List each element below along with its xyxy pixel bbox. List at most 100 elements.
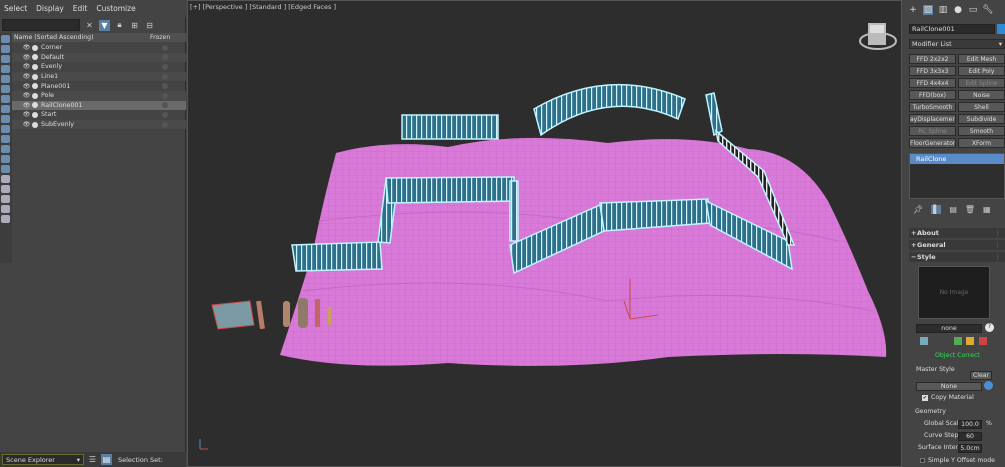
eye-icon[interactable]: 👁︎	[22, 102, 31, 109]
rollout-about[interactable]: + About ⋮	[909, 228, 1005, 238]
refresh-icon[interactable]	[984, 381, 993, 390]
layers-icon[interactable]	[1, 215, 10, 223]
eye-icon[interactable]: 👁︎	[22, 44, 31, 51]
menu-customize[interactable]: Customize	[96, 4, 135, 13]
modifier-button[interactable]: RC Spline	[909, 126, 956, 136]
list-item[interactable]: 👁︎ Evenly	[12, 62, 186, 72]
frozen-icon[interactable]	[162, 102, 168, 109]
render-icon[interactable]	[32, 92, 38, 99]
frozen-icon[interactable]	[162, 44, 168, 51]
fence-segment[interactable]	[291, 241, 383, 272]
modifier-button[interactable]: FloorGenerator	[909, 138, 956, 148]
viewcube[interactable]	[859, 23, 897, 50]
list-item[interactable]: 👁︎ Plane001	[12, 81, 186, 91]
hierarchy-icon[interactable]: ⊞	[129, 20, 140, 31]
menu-edit[interactable]: Edit	[73, 4, 88, 13]
pin-icon[interactable]: 📌︎	[913, 205, 923, 214]
modifier-button[interactable]: Edit Mesh	[958, 54, 1005, 64]
perspective-viewport[interactable]: [+] [Perspective ] [Standard ] [Edged Fa…	[187, 0, 902, 467]
list-item[interactable]: 👁︎ Pole	[12, 90, 186, 101]
filter-cameras-icon[interactable]	[1, 75, 10, 83]
column-frozen[interactable]: Frozen	[146, 34, 170, 41]
stack-item-railclone[interactable]: RailClone	[910, 154, 1004, 164]
rollout-general[interactable]: + General ⋮	[909, 240, 1005, 250]
library-icon[interactable]	[966, 337, 974, 345]
layers-icon[interactable]: ☰	[87, 454, 98, 465]
render-icon[interactable]	[32, 54, 38, 61]
render-icon[interactable]	[32, 73, 38, 80]
eye-icon[interactable]: 👁︎	[22, 83, 31, 90]
curve-steps-field[interactable]: 60	[958, 432, 982, 441]
scene-explorer-dropdown[interactable]: Scene Explorer ▾	[2, 454, 84, 465]
modifier-button[interactable]: XForm	[958, 138, 1005, 148]
fence-segment[interactable]	[533, 83, 686, 137]
list-item[interactable]: 👁︎ Start	[12, 110, 186, 120]
viewport-canvas[interactable]	[188, 1, 902, 467]
fence-segment[interactable]	[509, 180, 519, 242]
filter-hidden-icon[interactable]	[1, 155, 10, 163]
column-name[interactable]: Name (Sorted Ascending)	[12, 34, 146, 41]
eye-icon[interactable]: 👁︎	[22, 73, 31, 80]
fence-segment[interactable]	[385, 176, 515, 204]
eye-icon[interactable]: 👁︎	[22, 92, 31, 99]
funnel-icon[interactable]	[1, 205, 10, 213]
frozen-icon[interactable]	[162, 111, 168, 118]
filter-lights-icon[interactable]	[1, 65, 10, 73]
filter-selected-icon[interactable]	[1, 165, 10, 173]
modifier-button[interactable]: Shell	[958, 102, 1005, 112]
style-name-field[interactable]: none	[916, 324, 982, 333]
clear-button[interactable]: Clear	[970, 371, 992, 380]
object-color-swatch[interactable]	[997, 24, 1005, 34]
create-tab-icon[interactable]: +	[908, 5, 918, 15]
frozen-icon[interactable]	[162, 63, 168, 70]
filter-groups-icon[interactable]	[1, 105, 10, 113]
search-input[interactable]	[2, 19, 80, 31]
modifier-button[interactable]: ayDisplacementM	[909, 114, 956, 124]
modifier-button[interactable]: FFD 3x3x3	[909, 66, 956, 76]
modifier-button[interactable]: FFD 2x2x2	[909, 54, 956, 64]
display-all-icon[interactable]	[1, 175, 10, 183]
modifier-button[interactable]: Edit Poly	[958, 66, 1005, 76]
rollout-style[interactable]: − Style ⋮	[909, 252, 1005, 262]
modifier-button[interactable]: Smooth	[958, 126, 1005, 136]
object-name-field[interactable]: RailClone001	[909, 24, 995, 34]
global-scale-field[interactable]: 100.0	[958, 420, 982, 429]
filter-xrefs-icon[interactable]	[1, 115, 10, 123]
filter-icon[interactable]: ▼	[99, 19, 110, 31]
simple-y-offset-checkbox[interactable]	[920, 458, 925, 463]
modifier-button[interactable]: FFD 4x4x4	[909, 78, 956, 88]
hierarchy-tab-icon[interactable]: ▥	[938, 5, 948, 15]
eye-icon[interactable]: 👁︎	[22, 111, 31, 118]
surface-interp-field[interactable]: 5.0cm	[958, 444, 982, 453]
list-item[interactable]: 👁︎ Default	[12, 52, 186, 63]
modifier-button[interactable]: FFD(box)	[909, 90, 956, 100]
eye-icon[interactable]: 👁︎	[22, 63, 31, 70]
show-end-result-icon[interactable]: ▌	[931, 204, 942, 214]
make-unique-icon[interactable]: ▤	[949, 205, 957, 214]
post-thumb[interactable]	[298, 298, 308, 328]
render-icon[interactable]	[32, 121, 38, 128]
add-style-icon[interactable]	[954, 337, 962, 345]
render-icon[interactable]	[32, 44, 38, 51]
filter-geometry-icon[interactable]	[1, 45, 10, 53]
help-icon[interactable]: ?	[985, 323, 994, 332]
display-none-icon[interactable]	[1, 185, 10, 193]
modifier-button[interactable]: Edit Spline	[958, 78, 1005, 88]
render-icon[interactable]	[32, 63, 38, 70]
render-icon[interactable]	[32, 83, 38, 90]
filter-spacewarps-icon[interactable]	[1, 95, 10, 103]
display-invert-icon[interactable]	[1, 195, 10, 203]
post-thumb[interactable]	[328, 307, 331, 325]
filter-containers-icon[interactable]	[1, 135, 10, 143]
copy-material-checkbox[interactable]: ✔	[922, 395, 928, 401]
modify-tab-icon[interactable]: ▨	[923, 5, 933, 15]
sort-icon[interactable]: ▤	[101, 454, 112, 465]
modifier-button[interactable]: TurboSmooth	[909, 102, 956, 112]
configure-icon[interactable]: ▦	[983, 205, 991, 214]
modifier-list-dropdown[interactable]: Modifier List ▾	[909, 39, 1005, 49]
list-item[interactable]: 👁︎ Line1	[12, 71, 186, 82]
layer-icon[interactable]: ⊟	[144, 20, 155, 31]
frozen-icon[interactable]	[162, 92, 168, 99]
menu-select[interactable]: Select	[4, 4, 27, 13]
fence-segment[interactable]	[401, 114, 499, 140]
